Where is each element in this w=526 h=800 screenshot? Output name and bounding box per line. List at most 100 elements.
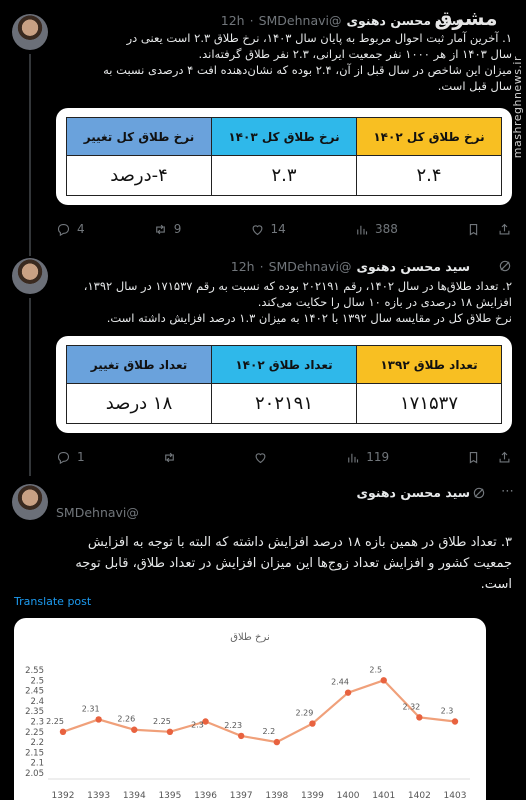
tweet-text-line: سال ۱۴۰۳ از هر ۱۰۰۰ نفر جمعیت ایرانی، ۲.… xyxy=(198,47,512,61)
author-handle[interactable]: @SMDehnavi xyxy=(269,259,352,274)
repost-button[interactable] xyxy=(162,450,177,465)
tweet-1[interactable]: سید محسن دهنوی @SMDehnavi · 12h ۱. آخرین… xyxy=(0,0,526,248)
y-tick-label: 2.4 xyxy=(30,697,44,707)
reply-count: 1 xyxy=(77,450,85,464)
views-icon xyxy=(357,225,367,234)
data-label: 2.3 xyxy=(441,707,454,716)
tweet-header: سید محسن دهنوی xyxy=(356,482,470,502)
tweet-header: سید محسن دهنوی @SMDehnavi · 12h xyxy=(231,256,470,276)
author-handle[interactable]: @SMDehnavi xyxy=(259,13,342,28)
line-chart: نرخ طلاق2.052.12.152.22.252.32.352.42.45… xyxy=(25,632,470,800)
data-label: 2.5 xyxy=(369,665,382,674)
y-tick-label: 2.2 xyxy=(30,738,44,748)
data-label: 2.31 xyxy=(82,704,100,713)
tweet-text: ۳. تعداد طلاق در همین بازه ۱۸ درصد افزای… xyxy=(14,532,512,595)
y-tick-label: 2.25 xyxy=(25,728,44,738)
tweet-3[interactable]: سید محسن دهنوی @SMDehnavi ⋯ ۳. تعداد طلا… xyxy=(0,476,526,800)
author-name[interactable]: سید محسن دهنوی xyxy=(356,485,470,500)
x-tick-label: 1395 xyxy=(158,791,181,800)
x-tick-label: 1402 xyxy=(408,791,431,800)
share-icon[interactable] xyxy=(497,222,512,237)
views-icon xyxy=(348,453,359,462)
table-cell: ۴-درصد xyxy=(66,155,212,196)
action-bar: 1 119 xyxy=(56,448,512,466)
table-cell: ۱۷۱۵۳۷ xyxy=(356,383,502,424)
views-button[interactable]: 119 xyxy=(345,450,389,465)
tweet-text: ۱. آخرین آمار ثبت احوال مربوط به پایان س… xyxy=(56,30,512,94)
table-header: نرخ طلاق کل ۱۴۰۳ xyxy=(211,117,357,156)
table-cell: ۲.۳ xyxy=(211,155,357,196)
tweet-text: ۲. تعداد طلاق‌ها در سال ۱۴۰۲، رقم ۲۰۲۱۹۱… xyxy=(56,278,512,326)
repost-count: 9 xyxy=(173,222,182,236)
table-cell: ۲۰۲۱۹۱ xyxy=(211,383,357,424)
tweet-text-line: ۳. تعداد طلاق در همین بازه ۱۸ درصد افزای… xyxy=(87,535,512,550)
repost-icon xyxy=(164,452,174,462)
table-image[interactable]: نرخ طلاق کل ۱۴۰۲ نرخ طلاق کل ۱۴۰۳ نرخ طل… xyxy=(56,108,512,205)
action-bar: 4 9 14 388 xyxy=(56,220,512,238)
thread-line xyxy=(29,248,31,256)
data-point xyxy=(416,714,423,721)
grok-icon[interactable] xyxy=(472,486,486,500)
y-tick-label: 2.35 xyxy=(25,707,44,717)
data-point xyxy=(309,720,316,727)
count-table: تعداد طلاق ۱۳۹۲ تعداد طلاق ۱۴۰۲ تعداد طل… xyxy=(66,345,502,424)
separator: · xyxy=(259,258,264,274)
table-header: تعداد طلاق ۱۳۹۲ xyxy=(356,345,502,384)
table-header: تعداد طلاق ۱۴۰۲ xyxy=(211,345,357,384)
like-button[interactable]: 14 xyxy=(250,222,286,237)
tweet-text-line: است. xyxy=(480,577,512,592)
more-options-icon[interactable]: ⋯ xyxy=(501,484,514,499)
reply-button[interactable]: 4 xyxy=(56,222,85,237)
tweet-text-line: افزایش ۱۸ درصدی در بازه ۱۰ سال را حکایت … xyxy=(257,295,512,309)
author-name[interactable]: سید محسن دهنوی xyxy=(346,13,460,28)
author-handle[interactable]: @SMDehnavi xyxy=(56,505,139,520)
x-tick-label: 1398 xyxy=(265,791,288,800)
tweet-2[interactable]: سید محسن دهنوی @SMDehnavi · 12h ۲. تعداد… xyxy=(0,248,526,476)
author-name[interactable]: سید محسن دهنوی xyxy=(356,259,470,274)
avatar[interactable] xyxy=(12,258,48,294)
timestamp[interactable]: 12h xyxy=(221,13,245,28)
views-button[interactable]: 388 xyxy=(354,222,398,237)
timestamp[interactable]: 12h xyxy=(231,259,255,274)
data-label: 2.32 xyxy=(402,702,420,711)
data-point xyxy=(380,677,387,684)
x-tick-label: 1399 xyxy=(301,791,324,800)
tweet-text-line: میزان این شاخص در سال قبل از آن، ۲.۴ بود… xyxy=(103,63,512,77)
thread-line xyxy=(29,298,31,476)
avatar[interactable] xyxy=(12,484,48,520)
data-label: 2.25 xyxy=(46,717,64,726)
y-tick-label: 2.3 xyxy=(30,718,44,728)
reply-count: 4 xyxy=(77,222,85,236)
bookmark-icon[interactable] xyxy=(466,450,481,465)
chart-image[interactable]: نرخ طلاق 2.05 2.1 2.15 2.2 2.25 2.3 2.35 2.4 2.45… xyxy=(14,618,486,800)
reply-icon xyxy=(57,223,70,236)
x-tick-label: 1393 xyxy=(87,791,110,800)
y-tick-label: 2.55 xyxy=(25,666,44,676)
data-point xyxy=(451,718,459,725)
reply-button[interactable]: 1 xyxy=(56,450,85,465)
data-point xyxy=(131,726,138,733)
separator: · xyxy=(249,12,254,28)
table-image[interactable]: تعداد طلاق ۱۳۹۲ تعداد طلاق ۱۴۰۲ تعداد طل… xyxy=(56,336,512,433)
grok-icon[interactable] xyxy=(498,259,512,273)
share-icon[interactable] xyxy=(497,450,512,465)
translate-post-link[interactable]: Translate post xyxy=(14,595,91,608)
thread-line xyxy=(29,54,31,248)
data-label: 2.23 xyxy=(224,721,242,730)
repost-button[interactable]: 9 xyxy=(153,222,182,237)
table-header: نرخ طلاق کل ۱۴۰۲ xyxy=(356,117,502,156)
heart-icon xyxy=(252,224,262,235)
data-point xyxy=(166,728,174,735)
x-tick-label: 1400 xyxy=(337,791,360,800)
y-tick-label: 2.05 xyxy=(25,769,44,779)
chart-title: نرخ طلاق xyxy=(230,632,270,643)
avatar[interactable] xyxy=(12,14,48,50)
like-button[interactable] xyxy=(253,450,268,465)
bookmark-icon[interactable] xyxy=(466,222,481,237)
reply-icon xyxy=(57,451,70,464)
data-point xyxy=(237,732,245,740)
data-label: 2.25 xyxy=(153,717,171,726)
series-line xyxy=(62,679,456,744)
views-count: 119 xyxy=(366,450,390,464)
views-count: 388 xyxy=(374,222,398,236)
